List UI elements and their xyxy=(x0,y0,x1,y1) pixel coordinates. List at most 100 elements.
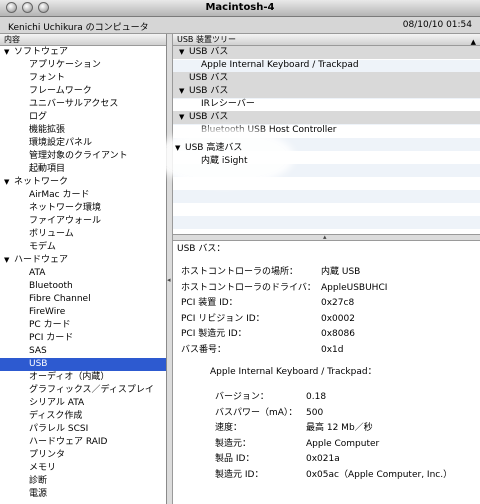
disclosure-triangle-icon[interactable]: ▼ xyxy=(179,85,189,98)
property-value: Apple Computer xyxy=(306,438,380,449)
sidebar-item-label: ハードウェア xyxy=(14,255,69,265)
property-value: 0x27c8 xyxy=(321,298,355,308)
sidebar-item-label: パラレル SCSI xyxy=(29,424,89,434)
usb-tree-row-highspeed-bus[interactable]: ▼ USB 高速バス xyxy=(175,140,242,153)
property-value: AppleUSBUHCI xyxy=(321,282,388,293)
usb-bus-row[interactable]: ▼ USB バス xyxy=(173,85,480,98)
property-key: 製造元： xyxy=(215,438,252,449)
sidebar-item[interactable]: ディスク作成 xyxy=(0,410,166,423)
disclosure-triangle-icon[interactable]: ▼ xyxy=(179,46,189,59)
usb-device-row[interactable]: Apple Internal Keyboard / Trackpad xyxy=(173,59,480,72)
property-row: バージョン： 0.18 xyxy=(215,391,326,404)
sidebar-item-label: メモリ xyxy=(29,463,57,473)
sidebar-item[interactable]: AirMac カード xyxy=(0,189,166,202)
property-key: ホストコントローラの場所： xyxy=(181,267,299,277)
sidebar-item[interactable]: 電源 xyxy=(0,488,166,501)
sidebar-item[interactable]: ネットワーク環境 xyxy=(0,202,166,215)
disclosure-triangle-icon[interactable]: ▼ xyxy=(179,111,189,124)
sidebar-item-label: USB xyxy=(29,359,48,369)
sidebar-item[interactable]: メモリ xyxy=(0,462,166,475)
sidebar-item[interactable]: シリアル ATA xyxy=(0,397,166,410)
sidebar-item[interactable]: プリンタ xyxy=(0,449,166,462)
sidebar-item-label: 電源 xyxy=(29,489,48,499)
sidebar-item[interactable]: ATA xyxy=(0,267,166,280)
sidebar-item-label: ユニバーサルアクセス xyxy=(29,99,119,109)
property-key: バージョン： xyxy=(215,392,269,402)
usb-bus-label: USB バス xyxy=(189,86,229,96)
sidebar-item[interactable]: フレームワーク xyxy=(0,85,166,98)
property-row: 製造元 ID： 0x05ac（Apple Computer, Inc.） xyxy=(215,469,452,482)
sidebar-item[interactable]: アプリケーション xyxy=(0,59,166,72)
property-row: PCI 製造元 ID： 0x8086 xyxy=(181,328,355,341)
sidebar-item[interactable]: FireWire xyxy=(0,306,166,319)
sidebar-item[interactable]: 機能拡張 xyxy=(0,124,166,137)
sidebar-item-label: フォント xyxy=(29,73,66,83)
sidebar-item-label: ソフトウェア xyxy=(14,47,69,57)
sidebar-item-label: FireWire xyxy=(29,307,66,317)
property-row: PCI 装置 ID： 0x27c8 xyxy=(181,297,354,310)
sidebar-item-label: シリアル ATA xyxy=(29,398,85,408)
property-row: 製品 ID： 0x021a xyxy=(215,453,340,466)
sidebar-list: ▼ ソフトウェア アプリケーション フォント フレームワーク ユニバーサルアクセス ログ 機能… xyxy=(0,46,166,501)
sidebar-item[interactable]: PC カード xyxy=(0,319,166,332)
sidebar-item-label: オーディオ（内蔵） xyxy=(29,372,110,382)
sidebar-item[interactable]: 管理対象のクライアント xyxy=(0,150,166,163)
datetime: 08/10/10 01:54 xyxy=(402,20,472,30)
sidebar-item-label: Fibre Channel xyxy=(29,294,91,304)
sidebar-item-label: 起動項目 xyxy=(29,164,66,174)
sidebar-item[interactable]: ボリューム xyxy=(0,228,166,241)
property-value: 最高 12 Mb／秒 xyxy=(306,423,373,433)
sidebar-item[interactable]: ファイアウォール xyxy=(0,215,166,228)
sidebar-item[interactable]: PCI カード xyxy=(0,332,166,345)
sidebar-item-label: プリンタ xyxy=(29,450,66,460)
sidebar-item-label: SAS xyxy=(29,346,47,356)
usb-bus-label: USB バス xyxy=(189,112,229,122)
usb-bus-row[interactable]: USB バス xyxy=(173,72,480,85)
property-value: 0x021a xyxy=(306,454,340,464)
property-key: バス番号： xyxy=(181,344,227,355)
sidebar-item[interactable]: USB xyxy=(0,358,166,371)
disclosure-triangle-icon[interactable]: ▼ xyxy=(4,46,14,59)
property-value: 0x0002 xyxy=(321,313,355,324)
sidebar-item[interactable]: SAS xyxy=(0,345,166,358)
sidebar-item[interactable]: オーディオ（内蔵） xyxy=(0,371,166,384)
sidebar-item[interactable]: パラレル SCSI xyxy=(0,423,166,436)
property-value: 内蔵 USB xyxy=(321,267,361,277)
disclosure-triangle-icon[interactable]: ▼ xyxy=(175,144,185,152)
splitter-grip-icon[interactable]: ◂ xyxy=(167,276,171,284)
sidebar-item[interactable]: ログ xyxy=(0,111,166,124)
sidebar-item[interactable]: フォント xyxy=(0,72,166,85)
disclosure-triangle-icon[interactable]: ▼ xyxy=(4,254,14,267)
splitter-grip-icon[interactable]: ▴ xyxy=(323,233,327,241)
sidebar-item[interactable]: Bluetooth xyxy=(0,280,166,293)
usb-bus-row[interactable]: ▼ USB バス xyxy=(173,111,480,124)
sidebar-item[interactable]: モデム xyxy=(0,241,166,254)
sidebar-category[interactable]: ▼ ネットワーク xyxy=(0,176,166,189)
usb-tree-row-isight[interactable]: 内蔵 iSight xyxy=(201,153,248,166)
contents-sidebar[interactable]: 内容 ▼ ソフトウェア アプリケーション フォント フレームワーク ユニバーサルアクセスロ… xyxy=(0,34,167,504)
sidebar-category[interactable]: ▼ ソフトウェア xyxy=(0,46,166,59)
sidebar-item[interactable]: 診断 xyxy=(0,475,166,488)
horizontal-splitter[interactable]: ▴ xyxy=(173,233,480,241)
title-bar: Macintosh-4 xyxy=(0,0,480,17)
sidebar-header[interactable]: 内容 xyxy=(0,34,166,46)
disclosure-triangle-icon[interactable]: ▼ xyxy=(4,176,14,189)
sidebar-category[interactable]: ▼ ハードウェア xyxy=(0,254,166,267)
sidebar-item[interactable]: Fibre Channel xyxy=(0,293,166,306)
sidebar-item[interactable]: ユニバーサルアクセス xyxy=(0,98,166,111)
sidebar-item-label: フレームワーク xyxy=(29,86,92,96)
sidebar-item[interactable]: ハードウェア RAID xyxy=(0,436,166,449)
usb-bus-label: USB バス xyxy=(189,73,229,83)
sidebar-item[interactable]: 起動項目 xyxy=(0,163,166,176)
sidebar-item[interactable]: 環境設定パネル xyxy=(0,137,166,150)
property-value: 500 xyxy=(306,407,324,418)
usb-tree-header[interactable]: USB 装置ツリー ▲ xyxy=(173,34,480,46)
sidebar-item-label: グラフィックス／ディスプレイ xyxy=(29,385,154,395)
usb-device-row[interactable]: IRレシーバー xyxy=(173,98,480,111)
sidebar-item[interactable]: グラフィックス／ディスプレイ xyxy=(0,384,166,397)
sort-ascending-icon[interactable]: ▲ xyxy=(471,36,476,48)
usb-bus-row[interactable]: ▼ USB バス xyxy=(173,46,480,59)
details-pane: USB バス： ホストコントローラの場所： 内蔵 USB ホストコントローラのドライ… xyxy=(173,241,480,504)
usb-highspeed-bus-label: USB 高速バス xyxy=(185,143,243,153)
sidebar-item-label: Bluetooth xyxy=(29,281,73,291)
